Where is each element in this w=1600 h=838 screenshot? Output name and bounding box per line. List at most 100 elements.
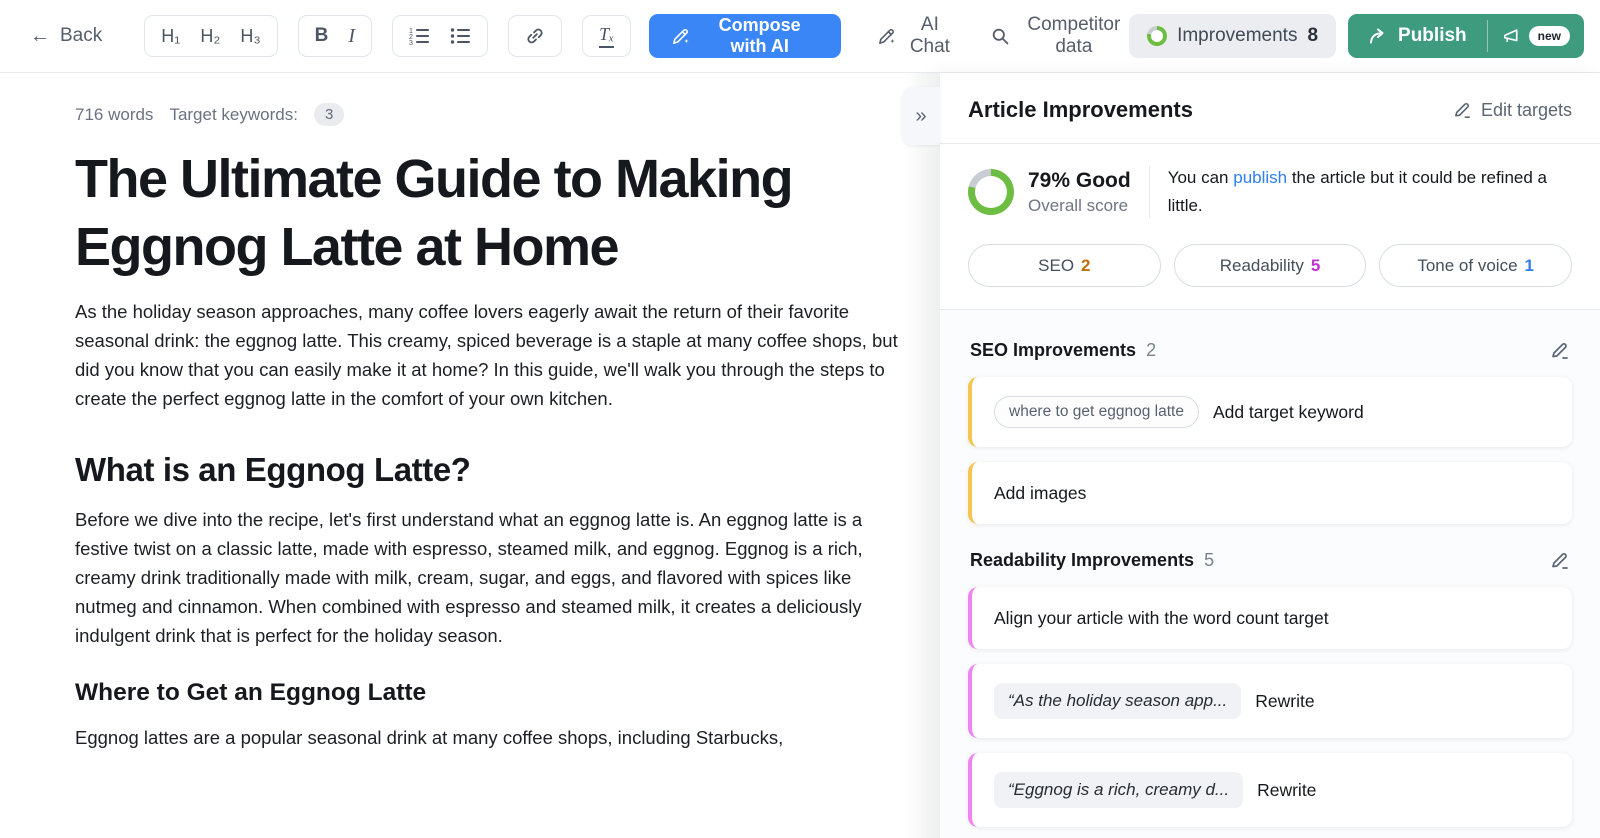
seo-section-title: SEO Improvements	[970, 340, 1137, 361]
h2-button[interactable]: H₂	[190, 16, 230, 56]
compose-with-ai-button[interactable]: Compose with AI	[649, 14, 842, 58]
improvements-label: Improvements	[1177, 25, 1298, 46]
svg-text:3: 3	[409, 40, 413, 45]
editor-pane[interactable]: 716 words Target keywords: 3 The Ultimat…	[0, 73, 940, 838]
overall-score-text: 79% Good Overall score	[1028, 169, 1131, 216]
seo-pill-count: 2	[1081, 255, 1091, 275]
new-badge: new	[1528, 26, 1570, 46]
search-icon	[991, 27, 1010, 46]
link-icon	[525, 26, 545, 46]
toolbar-right: Improvements 8 Publish new	[1129, 14, 1584, 58]
target-keywords-label: Target keywords:	[169, 104, 298, 124]
chevron-right-double-icon: »	[915, 104, 927, 127]
link-group	[508, 15, 563, 57]
article-paragraph[interactable]: Before we dive into the recipe, let's fi…	[75, 506, 900, 650]
competitor-data-button[interactable]: Competitor data	[991, 14, 1129, 58]
ai-chat-icon	[877, 27, 896, 46]
improvements-badge-button[interactable]: Improvements 8	[1129, 14, 1337, 58]
bullet-list-icon	[450, 27, 471, 45]
ordered-list-button[interactable]: 123	[399, 16, 440, 56]
readability-section-count: 5	[1204, 550, 1215, 571]
app-window: ← Back H₁ H₂ H₃ B I 123 Tₓ Compose with …	[0, 0, 1600, 838]
compose-with-ai-label: Compose with AI	[718, 15, 801, 56]
top-toolbar: ← Back H₁ H₂ H₃ B I 123 Tₓ Compose with …	[0, 0, 1600, 73]
sidebar-title: Article Improvements	[968, 97, 1193, 122]
clear-formatting-icon: Tₓ	[599, 24, 615, 48]
edit-pencil-icon	[1550, 551, 1570, 571]
italic-button[interactable]: I	[338, 16, 365, 56]
readability-edit-button[interactable]	[1550, 551, 1570, 571]
seo-section-count: 2	[1146, 340, 1157, 361]
sidebar-shadow	[904, 73, 940, 838]
readability-section-title: Readability Improvements	[970, 550, 1195, 571]
score-ring-icon	[1147, 26, 1168, 46]
seo-edit-button[interactable]	[1550, 341, 1570, 361]
improvement-card-add-images[interactable]: Add images	[968, 462, 1572, 525]
back-button[interactable]: ← Back	[30, 25, 102, 48]
improvements-sidebar: Article Improvements Edit targets 79% Go…	[940, 73, 1600, 838]
improvements-count: 8	[1307, 25, 1319, 46]
article-h3[interactable]: Where to Get an Eggnog Latte	[75, 679, 900, 707]
edit-targets-label: Edit targets	[1480, 99, 1572, 120]
bold-button[interactable]: B	[305, 16, 339, 56]
collapse-sidebar-button[interactable]: »	[902, 87, 940, 145]
category-pills: SEO 2 Readability 5 Tone of voice 1	[940, 236, 1600, 311]
improvement-card-word-count[interactable]: Align your article with the word count t…	[968, 587, 1572, 650]
article-h2[interactable]: What is an Eggnog Latte?	[75, 451, 900, 489]
rewrite-button[interactable]: Rewrite	[1255, 691, 1314, 712]
sidebar-header: Article Improvements Edit targets	[940, 73, 1600, 144]
clear-formatting-button[interactable]: Tₓ	[589, 16, 624, 56]
document-meta: 716 words Target keywords: 3	[75, 103, 900, 126]
divider	[1148, 166, 1150, 219]
seo-pill-label: SEO	[1038, 255, 1075, 275]
bullet-list-button[interactable]	[440, 16, 481, 56]
quote-chip: “As the holiday season app...	[994, 683, 1242, 720]
tone-of-voice-pill[interactable]: Tone of voice 1	[1379, 244, 1573, 288]
edit-pencil-icon	[1453, 101, 1472, 120]
back-arrow-icon: ←	[30, 24, 50, 47]
whats-new-button[interactable]: new	[1488, 14, 1584, 58]
readability-pill-label: Readability	[1219, 255, 1304, 275]
score-message: You can publish the article but it could…	[1168, 164, 1572, 220]
article-paragraph[interactable]: Eggnog lattes are a popular seasonal dri…	[75, 724, 900, 753]
pen-sparkle-icon	[671, 27, 690, 46]
ai-chat-label: AI Chat	[909, 14, 950, 57]
improvement-card-rewrite-2[interactable]: “Eggnog is a rich, creamy d... Rewrite	[968, 753, 1572, 828]
card-text: Add target keyword	[1212, 401, 1364, 422]
list-format-group: 123	[392, 15, 489, 57]
overall-score-ring	[968, 169, 1014, 216]
score-message-pre: You can	[1167, 168, 1234, 187]
seo-pill[interactable]: SEO 2	[968, 244, 1161, 288]
ordered-list-icon: 123	[409, 27, 430, 45]
improvement-card-add-keyword[interactable]: where to get eggnog latte Add target key…	[968, 377, 1572, 448]
clear-format-group: Tₓ	[582, 15, 632, 57]
edit-pencil-icon	[1550, 341, 1570, 361]
improvement-card-rewrite-1[interactable]: “As the holiday season app... Rewrite	[968, 664, 1572, 739]
quote-chip: “Eggnog is a rich, creamy d...	[994, 772, 1244, 809]
score-value: 79% Good	[1028, 168, 1131, 192]
card-text: Align your article with the word count t…	[994, 607, 1329, 628]
article-paragraph[interactable]: As the holiday season approaches, many c…	[75, 298, 900, 413]
ai-chat-button[interactable]: AI Chat	[877, 14, 955, 58]
article-title[interactable]: The Ultimate Guide to Making Eggnog Latt…	[75, 146, 900, 281]
word-count: 716 words	[75, 104, 154, 124]
publish-split-button: Publish new	[1348, 14, 1584, 58]
publish-button[interactable]: Publish	[1348, 14, 1487, 58]
h3-button[interactable]: H₃	[230, 16, 270, 56]
keyword-chip: where to get eggnog latte	[994, 396, 1199, 429]
share-arrow-icon	[1368, 27, 1388, 45]
score-label: Overall score	[1028, 195, 1129, 215]
text-style-group: B I	[297, 15, 373, 57]
insert-link-button[interactable]	[515, 16, 555, 56]
edit-targets-button[interactable]: Edit targets	[1453, 100, 1572, 121]
rewrite-button[interactable]: Rewrite	[1257, 780, 1316, 801]
publish-link[interactable]: publish	[1233, 168, 1287, 187]
target-keywords-count[interactable]: 3	[313, 103, 345, 126]
back-label: Back	[60, 25, 103, 46]
h1-button[interactable]: H₁	[151, 16, 190, 56]
readability-pill[interactable]: Readability 5	[1173, 244, 1367, 288]
publish-label: Publish	[1398, 25, 1467, 46]
document: 716 words Target keywords: 3 The Ultimat…	[0, 73, 900, 753]
improvement-sections: SEO Improvements 2 where to get eggnog l…	[940, 310, 1600, 838]
readability-section-header: Readability Improvements 5	[970, 550, 1570, 571]
